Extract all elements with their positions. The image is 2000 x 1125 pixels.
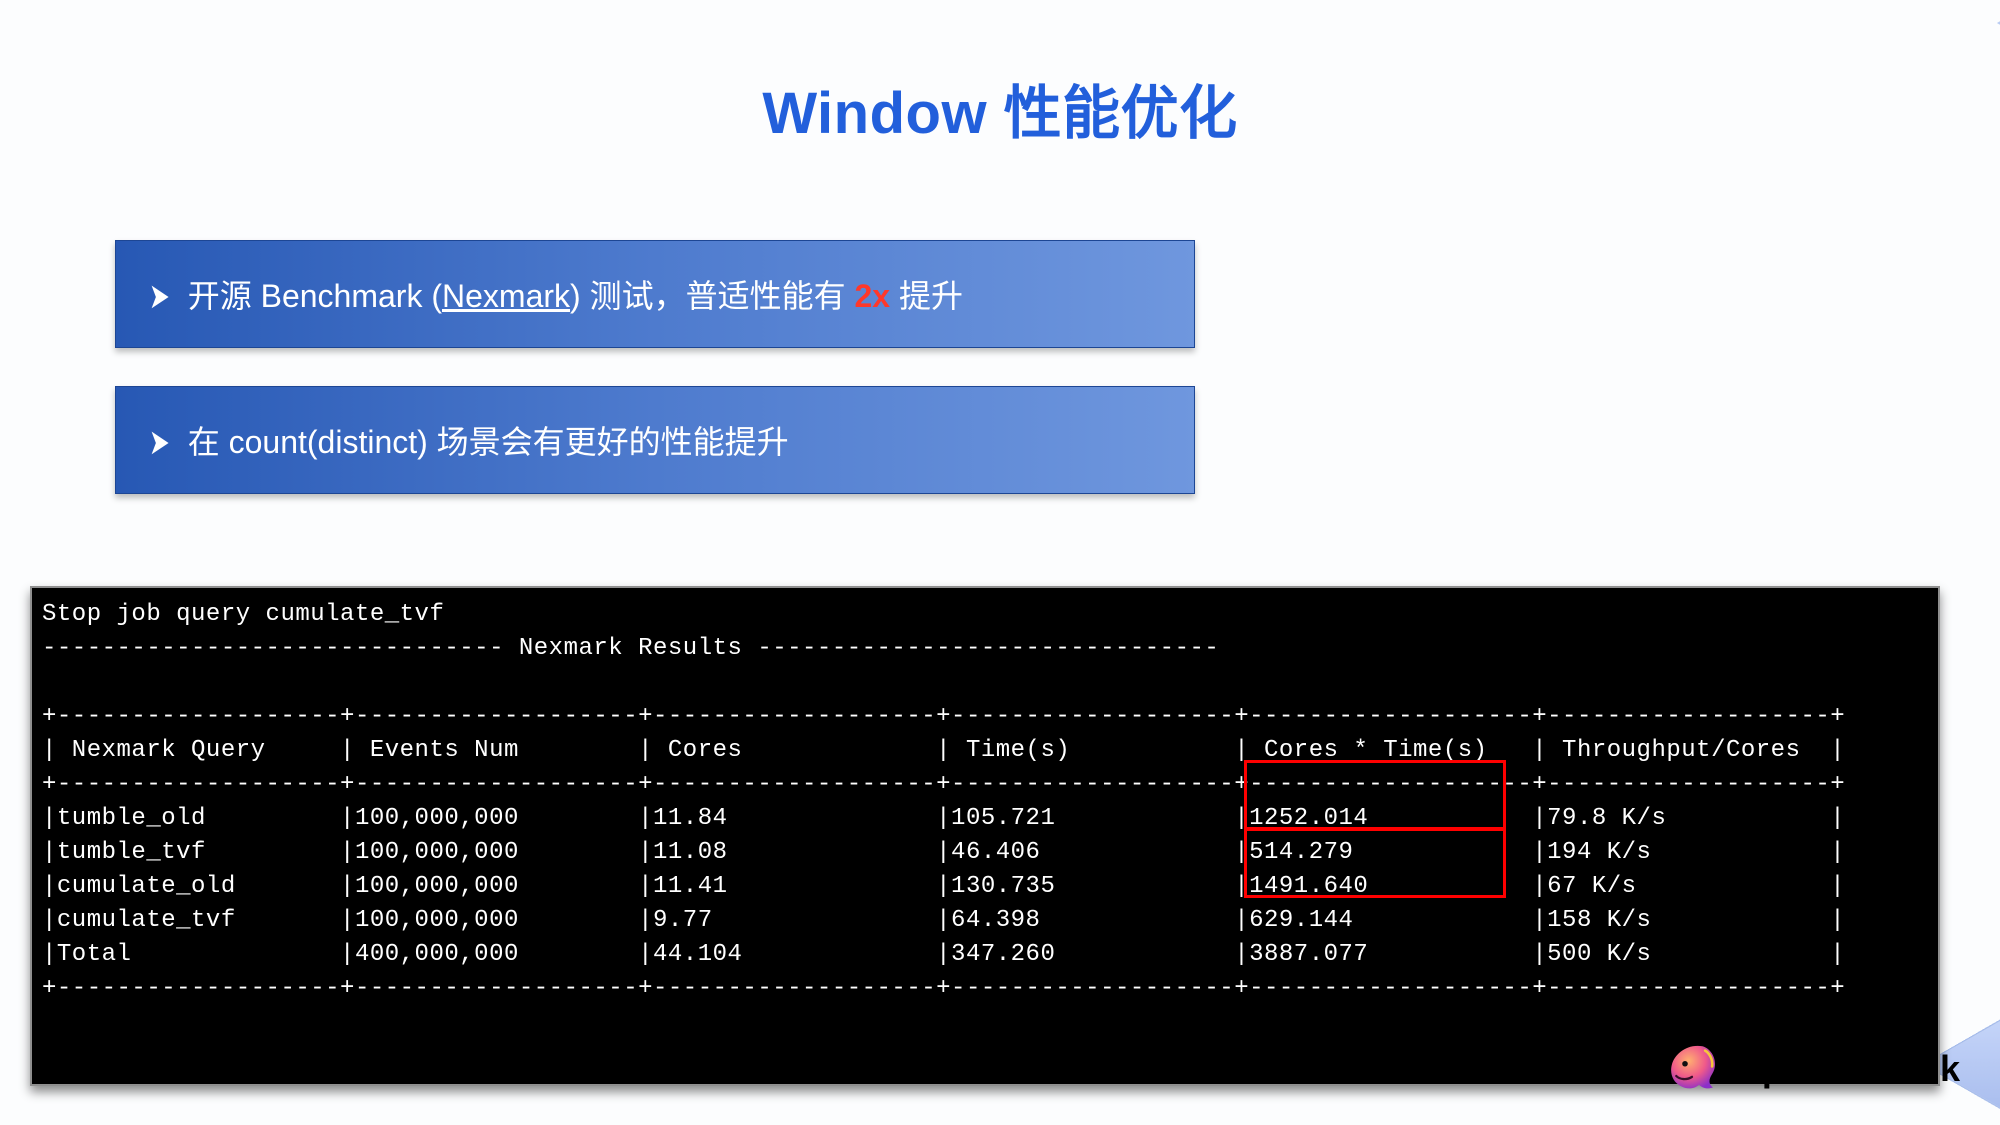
bullet-panel-2: ➤ 在 count(distinct) 场景会有更好的性能提升: [115, 386, 1195, 494]
terminal-row-tumble-tvf: |tumble_tvf |100,000,000 |11.08 |46.406 …: [42, 839, 1845, 866]
panel2-text: 在 count(distinct) 场景会有更好的性能提升: [188, 424, 789, 460]
flink-squirrel-icon: [1664, 1041, 1720, 1097]
panel1-highlight-2x: 2x: [854, 278, 890, 314]
bullet-arrow-icon: ➤: [150, 423, 169, 461]
terminal-row-cumulate-old: |cumulate_old |100,000,000 |11.41 |130.7…: [42, 873, 1845, 900]
panel1-text-pre: 开源 Benchmark (: [188, 278, 442, 314]
terminal-output: Stop job query cumulate_tvf ------------…: [30, 586, 1940, 1086]
panel1-text-mid: ) 测试，普适性能有: [570, 278, 854, 314]
terminal-row-total: |Total |400,000,000 |44.104 |347.260 |38…: [42, 941, 1845, 968]
slide-title: Window 性能优化: [0, 66, 2000, 150]
terminal-row-tumble-old: |tumble_old |100,000,000 |11.84 |105.721…: [42, 805, 1845, 832]
terminal-header-row: | Nexmark Query | Events Num | Cores | T…: [42, 737, 1845, 764]
bullet-panel-1: ➤ 开源 Benchmark (Nexmark) 测试，普适性能有 2x 提升: [115, 240, 1195, 348]
terminal-separator: +-------------------+-------------------…: [42, 975, 1845, 1002]
terminal-banner: ------------------------------- Nexmark …: [42, 635, 1219, 662]
terminal-separator: +-------------------+-------------------…: [42, 771, 1845, 798]
bullet-arrow-icon: ➤: [150, 277, 169, 315]
footer-brand: Apache Flink: [1664, 1041, 1960, 1097]
panel1-text-post: 提升: [890, 278, 963, 314]
terminal-separator: +-------------------+-------------------…: [42, 703, 1845, 730]
panel1-link-nexmark[interactable]: Nexmark: [442, 278, 570, 314]
terminal-stop-line: Stop job query cumulate_tvf: [42, 601, 444, 628]
terminal-row-cumulate-tvf: |cumulate_tvf |100,000,000 |9.77 |64.398…: [42, 907, 1845, 934]
footer-text: Apache Flink: [1736, 1048, 1960, 1090]
